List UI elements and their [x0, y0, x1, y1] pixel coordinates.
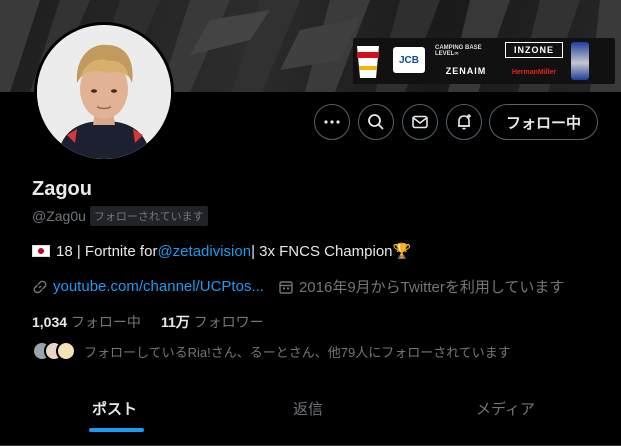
- jcb-logo: JCB: [393, 47, 425, 73]
- profile-avatar[interactable]: [34, 22, 174, 162]
- following-button[interactable]: フォロー中: [489, 104, 598, 140]
- trophy-icon: 🏆: [392, 243, 412, 260]
- mail-icon: [412, 115, 428, 129]
- active-tab-indicator: [89, 428, 144, 432]
- website-item[interactable]: youtube.com/channel/UCPtos...: [32, 278, 264, 295]
- profile-tabs: ポスト 返信 メディア: [0, 388, 621, 446]
- following-stat[interactable]: 1,034 フォロー中: [32, 312, 141, 332]
- following-count: 1,034: [32, 314, 68, 330]
- tab-replies[interactable]: 返信: [293, 398, 323, 419]
- more-button[interactable]: [314, 104, 350, 140]
- red-bull-logo: [571, 42, 589, 80]
- bio: 18 | Fortnite for @zetadivision | 3x FNC…: [32, 242, 411, 260]
- search-icon: [368, 114, 384, 130]
- bell-plus-icon: [458, 114, 471, 130]
- bio-text-2: | 3x FNCS Champion: [251, 242, 393, 260]
- cup-noodle-logo: [353, 42, 383, 80]
- zenaim-logo: ZENAIM: [445, 66, 487, 76]
- website-link[interactable]: youtube.com/channel/UCPtos...: [53, 278, 264, 295]
- handle: @Zag0u: [32, 208, 86, 224]
- tab-posts[interactable]: ポスト: [92, 398, 137, 419]
- known-follower-avatars: [32, 341, 76, 361]
- avatar-photo: [37, 25, 171, 159]
- handle-row: @Zag0u フォローされています: [32, 206, 208, 226]
- japan-flag-icon: [32, 245, 50, 257]
- display-name: Zagou: [32, 178, 92, 200]
- follows-you-badge: フォローされています: [89, 206, 208, 226]
- search-button[interactable]: [358, 104, 394, 140]
- link-icon: [33, 280, 47, 293]
- joined-date: 2016年9月からTwitterを利用しています: [298, 279, 565, 296]
- followers-stat[interactable]: 11万 フォロワー: [161, 312, 264, 332]
- following-label: フォロー中: [70, 314, 141, 330]
- known-followers-text: フォローしているRia!さん、るーとさん、他79人にフォローされています: [84, 344, 511, 360]
- avatar: [56, 341, 76, 361]
- message-button[interactable]: [402, 104, 438, 140]
- followers-label: フォロワー: [193, 314, 264, 330]
- sponsor-logos: JCB CAMPING BASE LEVEL∞ ZENAIM INZONE He…: [353, 38, 615, 84]
- tab-media[interactable]: メディア: [476, 398, 535, 419]
- follow-stats: 1,034 フォロー中 11万 フォロワー: [32, 312, 264, 332]
- herman-miller-logo: HermanMiller: [511, 68, 557, 76]
- mention-link[interactable]: @zetadivision: [157, 243, 251, 260]
- level-infinite-logo: CAMPING BASE LEVEL∞: [435, 45, 482, 57]
- followers-count: 11万: [160, 314, 190, 330]
- inzone-logo: INZONE: [505, 42, 563, 58]
- joined-item: 2016年9月からTwitterを利用しています: [278, 276, 564, 297]
- notify-button[interactable]: [446, 104, 482, 140]
- calendar-icon: [279, 280, 293, 294]
- known-followers[interactable]: フォローしているRia!さん、るーとさん、他79人にフォローされています: [32, 341, 511, 361]
- bio-text-1: 18 | Fortnite for: [56, 242, 158, 260]
- more-horizontal-icon: [324, 120, 340, 124]
- profile-meta: youtube.com/channel/UCPtos... 2016年9月からT…: [32, 276, 578, 297]
